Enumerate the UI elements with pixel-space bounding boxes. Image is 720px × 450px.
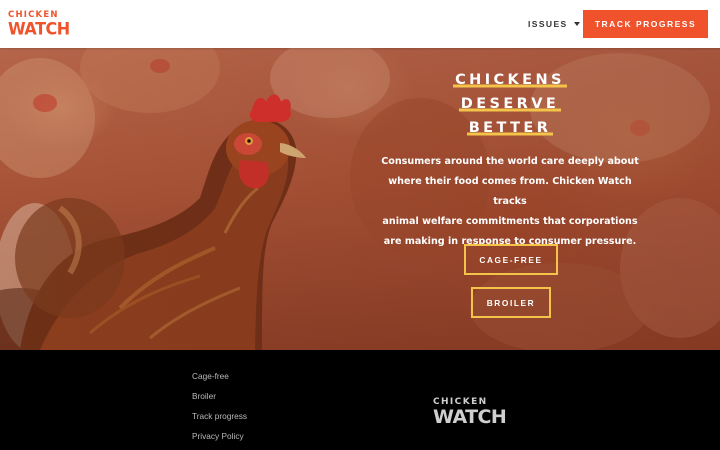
hero-description-line: animal welfare commitments that corporat…: [382, 216, 638, 227]
hero-title-line: DESERVE: [458, 94, 562, 114]
hero-title-line: CHICKENS: [453, 70, 567, 90]
footer-link-broiler[interactable]: Broiler: [192, 390, 247, 410]
hero-title-line: BETTER: [466, 118, 554, 138]
issues-label: ISSUES: [528, 19, 568, 29]
site-header: CHICKEN WATCH ISSUES TRACK PROGRESS: [0, 0, 720, 48]
hero-title: CHICKENS DESERVE BETTER: [410, 70, 610, 142]
footer-link-cage-free[interactable]: Cage-free: [192, 370, 247, 390]
site-footer: Cage-free Broiler Track progress Privacy…: [0, 350, 720, 450]
hero-description: Consumers around the world care deeply a…: [370, 152, 650, 252]
hero-description-line: Consumers around the world care deeply a…: [381, 156, 639, 167]
chicken-watch-logo[interactable]: CHICKEN WATCH: [8, 11, 70, 38]
issues-dropdown[interactable]: ISSUES: [528, 17, 580, 31]
logo-bottom-text: WATCH: [8, 18, 70, 38]
caret-down-icon: [573, 22, 580, 26]
footer-logo-bottom-text: WATCH: [433, 406, 507, 428]
hero-section: CHICKENS DESERVE BETTER Consumers around…: [0, 48, 720, 350]
broiler-button[interactable]: BROILER: [471, 287, 551, 318]
footer-link-track-progress[interactable]: Track progress: [192, 410, 247, 430]
footer-logo[interactable]: CHICKEN WATCH: [433, 398, 507, 428]
cage-free-button[interactable]: CAGE-FREE: [464, 244, 558, 275]
hero-description-line: where their food comes from. Chicken Wat…: [388, 176, 632, 207]
footer-link-privacy-policy[interactable]: Privacy Policy: [192, 430, 247, 450]
footer-links: Cage-free Broiler Track progress Privacy…: [192, 370, 247, 450]
track-progress-button[interactable]: TRACK PROGRESS: [583, 10, 708, 38]
